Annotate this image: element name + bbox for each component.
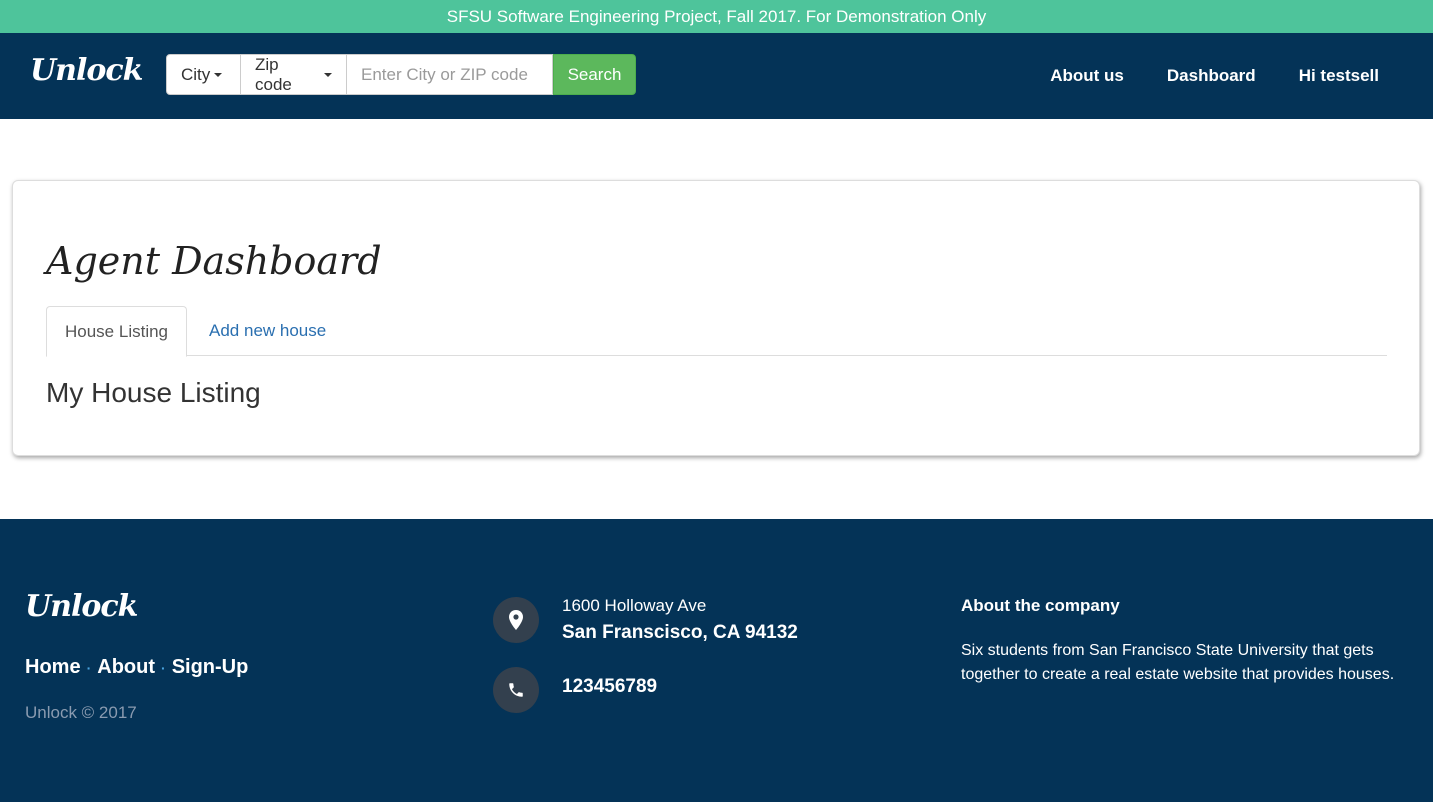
dashboard-card: Agent Dashboard House Listing Add new ho…	[12, 180, 1420, 456]
demo-banner: SFSU Software Engineering Project, Fall …	[0, 0, 1433, 33]
section-title: My House Listing	[46, 377, 261, 408]
nav-links: About us Dashboard Hi testsell	[1050, 33, 1379, 119]
tab-bar: House Listing Add new house	[46, 306, 1387, 357]
footer-brand-logo: Unlock	[25, 589, 138, 624]
zip-dropdown-label: Zip code	[255, 54, 292, 94]
search-input[interactable]	[347, 54, 553, 95]
caret-down-icon	[214, 72, 223, 77]
footer-link-about[interactable]: About	[97, 656, 155, 679]
map-marker-icon	[493, 597, 539, 643]
footer-link-separator: ·	[161, 659, 166, 676]
about-company-text: Six students from San Francisco State Un…	[961, 642, 1395, 683]
brand-logo[interactable]: Unlock	[30, 53, 143, 88]
address-line-2: San Franscisco, CA 94132	[562, 622, 798, 643]
footer-link-separator: ·	[86, 659, 92, 676]
caret-down-icon	[324, 72, 332, 77]
nav-link-about-us[interactable]: About us	[1050, 66, 1124, 86]
about-company-heading: About the company	[961, 596, 1120, 615]
page-title: Agent Dashboard	[46, 239, 382, 283]
address-line-1: 1600 Holloway Ave	[562, 596, 707, 615]
search-group: City Zip code Search	[166, 54, 636, 95]
top-navbar: Unlock City Zip code Search About us Das…	[0, 33, 1433, 119]
city-dropdown-label: City	[181, 64, 211, 84]
copyright-text: Unlock © 2017	[25, 703, 137, 722]
zip-code-dropdown[interactable]: Zip code	[241, 54, 347, 95]
phone-icon	[493, 667, 539, 713]
tab-add-new-house[interactable]: Add new house	[187, 306, 344, 356]
footer-links: Home · About · Sign-Up	[25, 656, 248, 679]
footer: Unlock Home · About · Sign-Up Unlock © 2…	[0, 519, 1433, 802]
tab-house-listing[interactable]: House Listing	[46, 306, 188, 357]
phone-number: 123456789	[562, 676, 658, 697]
city-dropdown[interactable]: City	[166, 54, 241, 95]
nav-link-dashboard[interactable]: Dashboard	[1167, 66, 1256, 86]
search-button[interactable]: Search	[553, 54, 636, 95]
footer-link-sign-up[interactable]: Sign-Up	[172, 656, 249, 679]
footer-link-home[interactable]: Home	[25, 656, 81, 679]
nav-link-user-greeting[interactable]: Hi testsell	[1299, 66, 1379, 86]
